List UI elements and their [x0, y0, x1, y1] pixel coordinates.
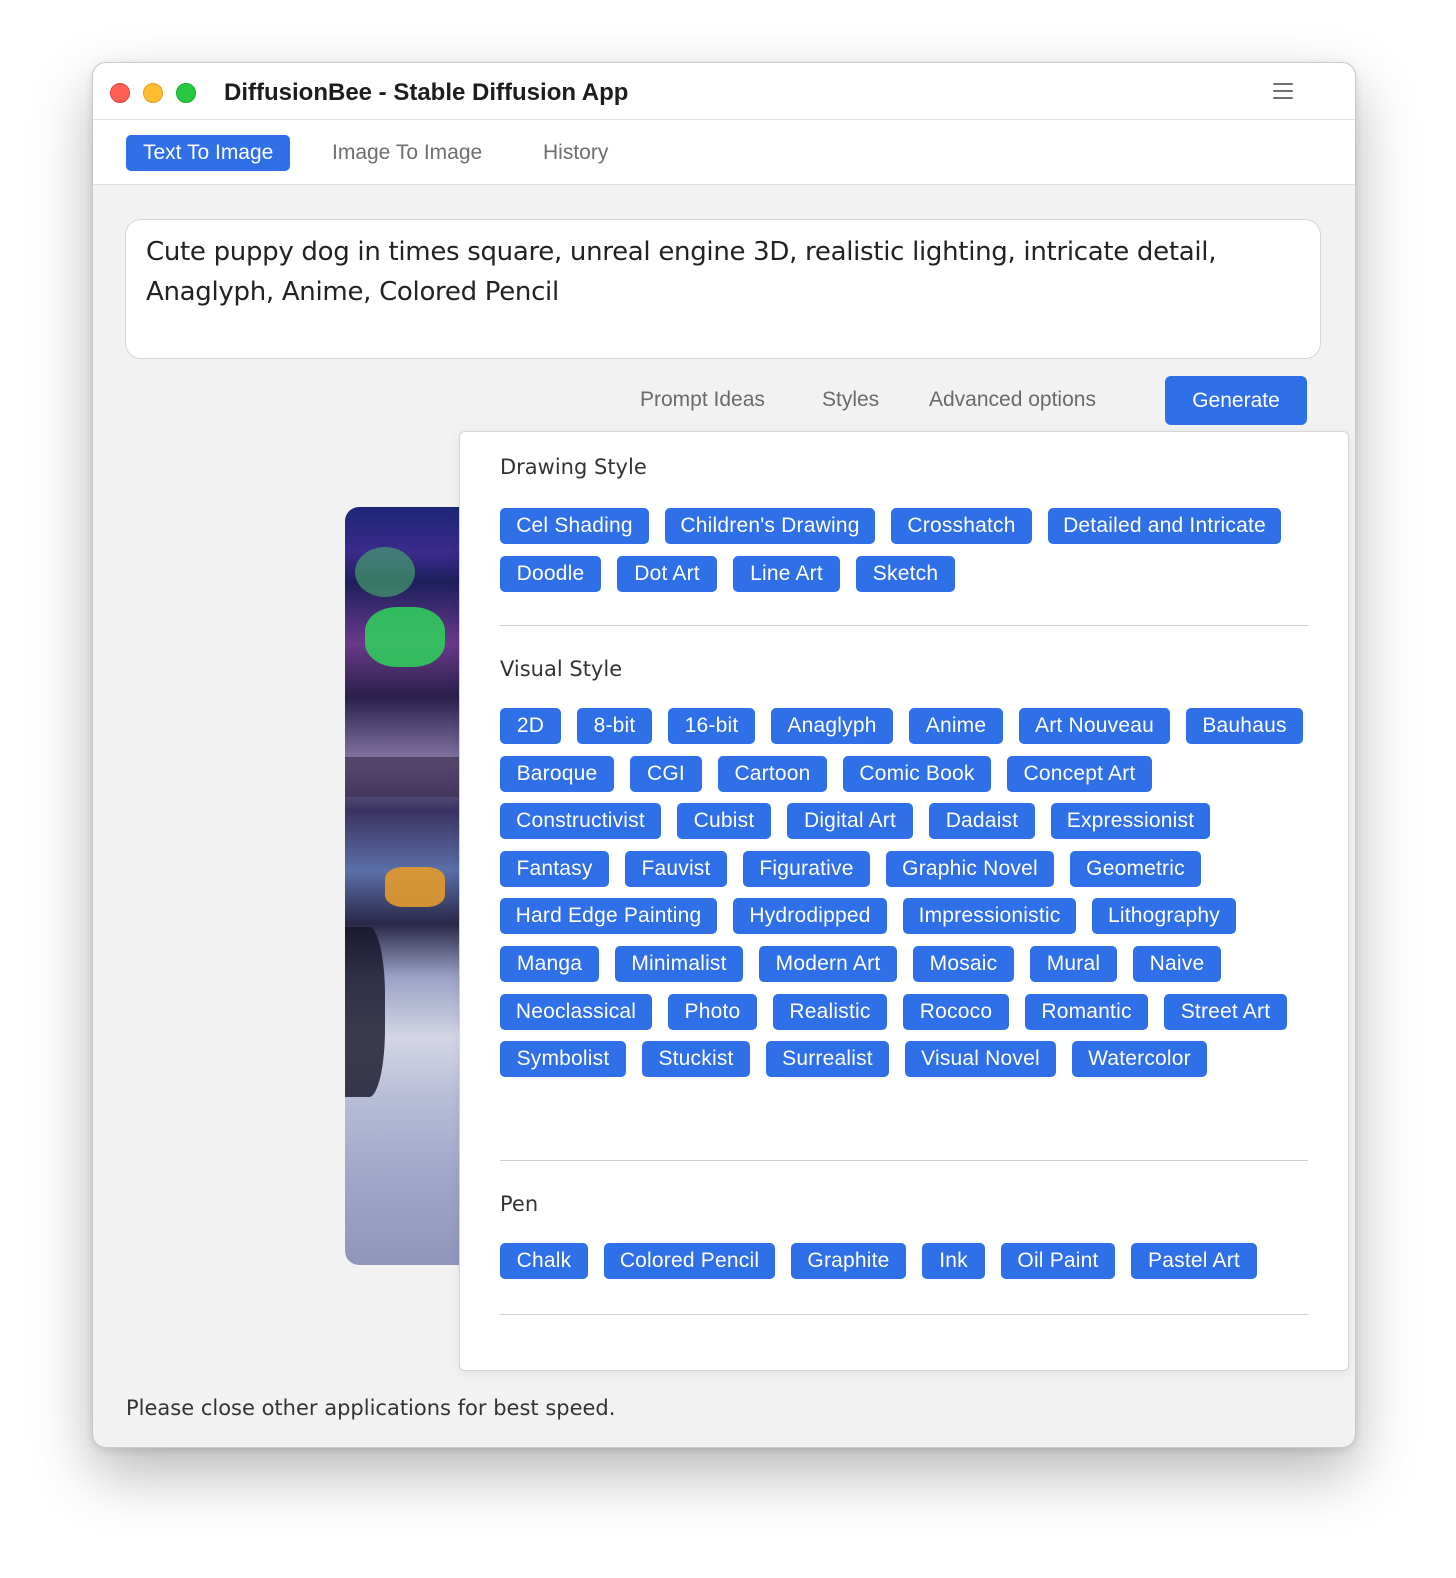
- style-chip-graphic-novel[interactable]: Graphic Novel: [886, 851, 1054, 887]
- style-chip-8-bit[interactable]: 8-bit: [577, 708, 652, 744]
- app-window: DiffusionBee - Stable Diffusion App Text…: [92, 62, 1356, 1448]
- minimize-window-button[interactable]: [143, 83, 163, 103]
- section-drawing-style: Drawing Style Cel Shading Children's Draw…: [500, 452, 1308, 592]
- close-window-button[interactable]: [110, 83, 130, 103]
- style-chip-visual-novel[interactable]: Visual Novel: [905, 1041, 1056, 1077]
- style-chip-mural[interactable]: Mural: [1030, 946, 1117, 982]
- style-chip-figurative[interactable]: Figurative: [743, 851, 870, 887]
- style-chip-mosaic[interactable]: Mosaic: [913, 946, 1014, 982]
- style-chip-fauvist[interactable]: Fauvist: [625, 851, 727, 887]
- section-title: Drawing Style: [500, 455, 647, 479]
- style-chip-lithography[interactable]: Lithography: [1092, 898, 1236, 934]
- style-chip-digital-art[interactable]: Digital Art: [787, 803, 913, 839]
- chip-group: Cel Shading Children's Drawing Crosshatch D…: [500, 508, 1308, 592]
- style-chip-bauhaus[interactable]: Bauhaus: [1186, 708, 1303, 744]
- style-chip-impressionistic[interactable]: Impressionistic: [903, 898, 1076, 934]
- style-chip-oil-paint[interactable]: Oil Paint: [1001, 1243, 1115, 1279]
- style-chip-doodle[interactable]: Doodle: [500, 556, 601, 592]
- style-chip-cubist[interactable]: Cubist: [677, 803, 771, 839]
- style-chip-graphite[interactable]: Graphite: [791, 1243, 906, 1279]
- style-chip-cartoon[interactable]: Cartoon: [718, 756, 827, 792]
- style-chip-pastel-art[interactable]: Pastel Art: [1131, 1243, 1257, 1279]
- style-chip-realistic[interactable]: Realistic: [773, 994, 887, 1030]
- style-chip-children-s-drawing[interactable]: Children's Drawing: [665, 508, 875, 544]
- tab-history[interactable]: History: [526, 135, 625, 171]
- style-chip-dadaist[interactable]: Dadaist: [929, 803, 1035, 839]
- hamburger-menu-icon[interactable]: [1273, 83, 1293, 101]
- style-chip-constructivist[interactable]: Constructivist: [500, 803, 661, 839]
- style-chip-crosshatch[interactable]: Crosshatch: [891, 508, 1032, 544]
- window-title: DiffusionBee - Stable Diffusion App: [224, 79, 629, 106]
- style-chip-geometric[interactable]: Geometric: [1070, 851, 1201, 887]
- style-chip-manga[interactable]: Manga: [500, 946, 599, 982]
- divider: [500, 1314, 1308, 1315]
- tab-image-to-image[interactable]: Image To Image: [315, 135, 499, 171]
- style-chip-colored-pencil[interactable]: Colored Pencil: [604, 1243, 775, 1279]
- style-chip-16-bit[interactable]: 16-bit: [668, 708, 755, 744]
- style-chip-neoclassical[interactable]: Neoclassical: [500, 994, 652, 1030]
- style-chip-photo[interactable]: Photo: [668, 994, 757, 1030]
- style-chip-expressionist[interactable]: Expressionist: [1051, 803, 1210, 839]
- generate-button[interactable]: Generate: [1165, 376, 1307, 425]
- section-pen: Pen Chalk Colored Pencil Graphite Ink Oil Pa…: [500, 1189, 1308, 1283]
- status-message: Please close other applications for best…: [126, 1396, 616, 1420]
- styles-button[interactable]: Styles: [822, 385, 879, 415]
- section-visual-style: Visual Style 2D 8-bit 16-bit Anaglyph Anime A…: [500, 654, 1308, 1126]
- title-bar: DiffusionBee - Stable Diffusion App: [93, 63, 1355, 120]
- style-chip-fantasy[interactable]: Fantasy: [500, 851, 609, 887]
- style-chip-sketch[interactable]: Sketch: [856, 556, 955, 592]
- divider: [500, 1160, 1308, 1161]
- style-chip-romantic[interactable]: Romantic: [1025, 994, 1148, 1030]
- style-chip-art-nouveau[interactable]: Art Nouveau: [1019, 708, 1170, 744]
- divider: [500, 625, 1308, 626]
- style-chip-ink[interactable]: Ink: [922, 1243, 985, 1279]
- styles-panel: Drawing Style Cel Shading Children's Draw…: [459, 431, 1349, 1371]
- prompt-ideas-button[interactable]: Prompt Ideas: [640, 385, 765, 415]
- chip-group: 2D 8-bit 16-bit Anaglyph Anime Art Nouveau Bau…: [500, 708, 1308, 1126]
- style-chip-rococo[interactable]: Rococo: [903, 994, 1009, 1030]
- style-chip-comic-book[interactable]: Comic Book: [843, 756, 991, 792]
- style-chip-watercolor[interactable]: Watercolor: [1072, 1041, 1207, 1077]
- style-chip-baroque[interactable]: Baroque: [500, 756, 614, 792]
- style-chip-naive[interactable]: Naive: [1133, 946, 1221, 982]
- style-chip-chalk[interactable]: Chalk: [500, 1243, 588, 1279]
- maximize-window-button[interactable]: [176, 83, 196, 103]
- style-chip-cel-shading[interactable]: Cel Shading: [500, 508, 649, 544]
- tab-text-to-image[interactable]: Text To Image: [126, 135, 291, 171]
- style-chip-street-art[interactable]: Street Art: [1164, 994, 1287, 1030]
- style-chip-hydrodipped[interactable]: Hydrodipped: [733, 898, 887, 934]
- style-chip-stuckist[interactable]: Stuckist: [642, 1041, 750, 1077]
- style-chip-detailed-and-intricate[interactable]: Detailed and Intricate: [1048, 508, 1281, 544]
- prompt-textarea[interactable]: Cute puppy dog in times square, unreal e…: [125, 219, 1321, 359]
- style-chip-cgi[interactable]: CGI: [630, 756, 702, 792]
- section-title: Visual Style: [500, 657, 623, 681]
- style-chip-anime[interactable]: Anime: [909, 708, 1003, 744]
- prompt-text: Cute puppy dog in times square, unreal e…: [146, 237, 1217, 307]
- style-chip-concept-art[interactable]: Concept Art: [1007, 756, 1152, 792]
- style-chip-surrealist[interactable]: Surrealist: [766, 1041, 889, 1077]
- style-chip-modern-art[interactable]: Modern Art: [759, 946, 897, 982]
- style-chip-line-art[interactable]: Line Art: [733, 556, 840, 592]
- chip-group: Chalk Colored Pencil Graphite Ink Oil Paint P…: [500, 1243, 1308, 1283]
- style-chip-dot-art[interactable]: Dot Art: [617, 556, 717, 592]
- section-title: Pen: [500, 1192, 539, 1216]
- style-chip-symbolist[interactable]: Symbolist: [500, 1041, 626, 1077]
- advanced-options-button[interactable]: Advanced options: [929, 385, 1096, 415]
- style-chip-2d[interactable]: 2D: [500, 708, 561, 744]
- style-chip-anaglyph[interactable]: Anaglyph: [771, 708, 893, 744]
- style-chip-hard-edge-painting[interactable]: Hard Edge Painting: [500, 898, 717, 934]
- tab-bar: Text To Image Image To Image History: [93, 120, 1355, 185]
- style-chip-minimalist[interactable]: Minimalist: [615, 946, 743, 982]
